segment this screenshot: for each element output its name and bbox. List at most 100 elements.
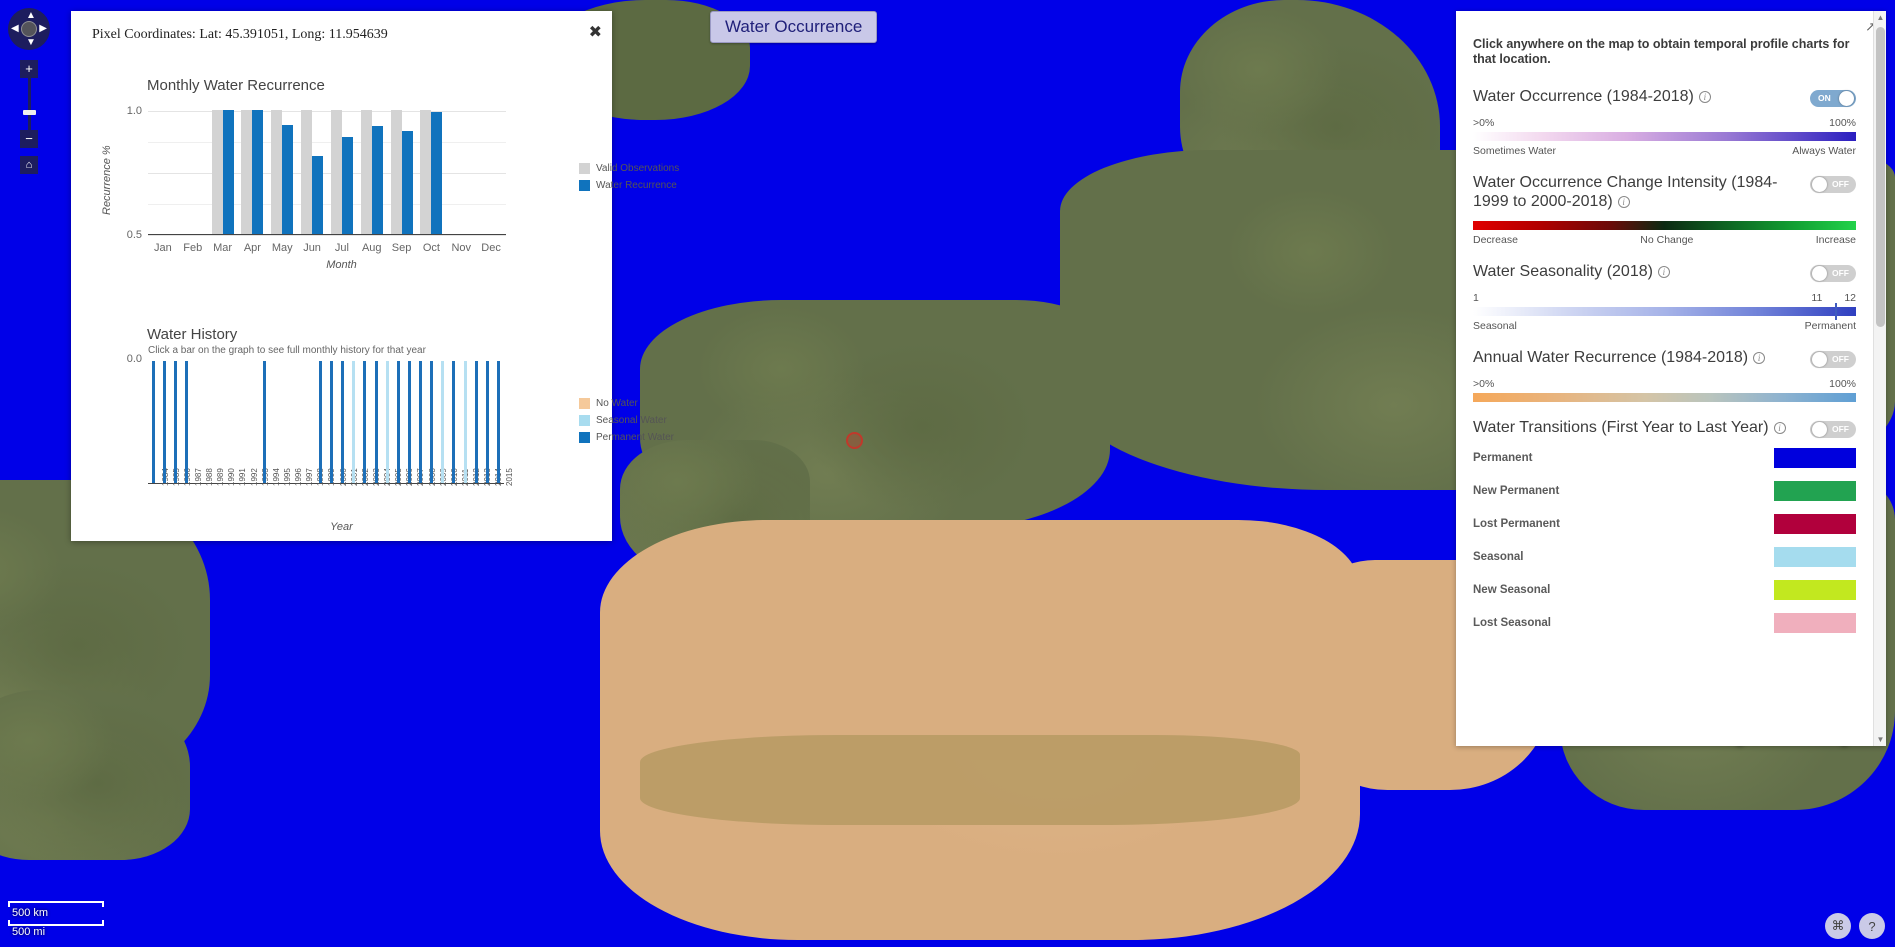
help-icon[interactable]: ? (1859, 913, 1885, 939)
ramp-foot-right: Always Water (1792, 145, 1856, 157)
bar-valid-observations[interactable] (330, 110, 342, 234)
toggle-label: OFF (1832, 354, 1849, 364)
scrollbar-thumb[interactable] (1876, 27, 1885, 327)
bar-group[interactable]: Aug (357, 110, 387, 254)
history-bar[interactable] (318, 361, 322, 483)
history-bar[interactable] (463, 361, 467, 483)
info-icon[interactable]: i (1698, 90, 1711, 103)
toggle-knob[interactable] (1812, 422, 1827, 437)
transitions-legend: Permanent New Permanent Lost Permanent Seas… (1473, 448, 1856, 633)
layer-toggle[interactable]: OFF (1810, 176, 1856, 193)
history-bar[interactable] (263, 361, 267, 483)
bar-group[interactable]: Sep (387, 110, 417, 254)
map-pan-control[interactable]: ▲ ▼ ◀ ▶ (8, 8, 50, 50)
pan-left-icon[interactable]: ◀ (11, 23, 19, 34)
history-plot-area[interactable]: 1984198519861987198819891990199119921993… (148, 361, 514, 486)
history-bar[interactable] (174, 361, 178, 483)
bar-group[interactable]: Oct (417, 110, 447, 254)
history-bar[interactable] (396, 361, 400, 483)
bar-valid-observations[interactable] (420, 110, 432, 234)
bar-valid-observations[interactable] (211, 110, 223, 234)
bar-group[interactable]: May (267, 110, 297, 254)
bar-group[interactable]: Feb (178, 110, 208, 254)
scale-mi-label: 500 mi (12, 926, 46, 938)
x-axis-tick: Nov (451, 242, 472, 254)
ramp-foot-left: Decrease (1473, 234, 1518, 246)
toggle-knob[interactable] (1812, 352, 1827, 367)
x-axis-tick: Feb (183, 242, 203, 254)
info-icon[interactable]: i (1773, 421, 1786, 434)
pan-up-icon[interactable]: ▲ (26, 10, 36, 21)
ramp-min-label: 1 (1473, 292, 1479, 304)
bar-valid-observations[interactable] (301, 110, 313, 234)
history-bar[interactable] (363, 361, 367, 483)
map-corner-buttons[interactable]: ⌘ ? (1825, 913, 1885, 939)
bar-water-recurrence[interactable] (371, 126, 383, 234)
history-bar[interactable] (441, 361, 445, 483)
toggle-knob[interactable] (1812, 266, 1827, 281)
bar-water-recurrence[interactable] (222, 110, 234, 234)
bar-group[interactable]: Jul (327, 110, 357, 254)
bar-group[interactable]: Jun (297, 110, 327, 254)
history-bar[interactable] (374, 361, 378, 483)
history-bar[interactable] (474, 361, 478, 483)
toggle-knob[interactable] (1812, 177, 1827, 192)
bar-group[interactable]: Mar (208, 110, 238, 254)
zoom-slider-thumb[interactable] (22, 110, 36, 115)
bar-water-recurrence[interactable] (431, 112, 443, 234)
pan-hub[interactable] (21, 21, 37, 37)
bar-group[interactable]: Jan (148, 110, 178, 254)
info-icon[interactable]: i (1657, 265, 1670, 278)
history-bar[interactable] (352, 361, 356, 483)
bar-valid-observations[interactable] (390, 110, 402, 234)
side-panel-scrollbar[interactable]: ▲ ▼ (1873, 11, 1886, 746)
history-bar[interactable] (385, 361, 389, 483)
home-view-button[interactable]: ⌂ (20, 156, 38, 174)
ramp-end-labels: 1 11 12 (1473, 292, 1856, 304)
bar-water-recurrence[interactable] (282, 124, 294, 234)
legend-item: New Seasonal (1473, 580, 1856, 600)
scroll-down-icon[interactable]: ▼ (1874, 733, 1886, 746)
close-icon[interactable]: ✖ (589, 25, 602, 41)
history-bar[interactable] (341, 361, 345, 483)
bar-water-recurrence[interactable] (341, 137, 353, 234)
ramp-gradient (1473, 132, 1856, 141)
history-bar[interactable] (452, 361, 456, 483)
layer-toggle[interactable]: OFF (1810, 351, 1856, 368)
ramp-foot-mid: No Change (1640, 234, 1694, 246)
bar-valid-observations[interactable] (360, 110, 372, 234)
info-icon[interactable]: i (1753, 351, 1766, 364)
history-bar[interactable] (485, 361, 489, 483)
pan-down-icon[interactable]: ▼ (26, 37, 36, 48)
history-bar[interactable] (407, 361, 411, 483)
layer-toggle[interactable]: ON (1810, 90, 1856, 107)
zoom-in-button[interactable]: + (20, 60, 38, 78)
pan-right-icon[interactable]: ▶ (39, 23, 47, 34)
bar-group[interactable]: Nov (446, 110, 476, 254)
history-bar[interactable] (152, 361, 156, 483)
share-icon[interactable]: ⌘ (1825, 913, 1851, 939)
history-bar[interactable] (163, 361, 167, 483)
bar-valid-observations[interactable] (271, 110, 283, 234)
bar-water-recurrence[interactable] (312, 155, 324, 234)
bar-water-recurrence[interactable] (401, 131, 413, 234)
zoom-out-button[interactable]: − (20, 130, 38, 148)
history-bar[interactable] (430, 361, 434, 483)
bar-group[interactable]: Apr (238, 110, 268, 254)
history-bar[interactable] (330, 361, 334, 483)
layer-toggle[interactable]: OFF (1810, 421, 1856, 438)
ramp-end-labels: >0% 100% (1473, 378, 1856, 390)
bar-water-recurrence[interactable] (252, 110, 264, 234)
bar-group[interactable]: Dec (476, 110, 506, 254)
scroll-up-icon[interactable]: ▲ (1874, 11, 1886, 24)
history-bar[interactable] (419, 361, 423, 483)
zoom-slider-track[interactable] (22, 78, 36, 130)
info-icon[interactable]: i (1617, 195, 1630, 208)
toggle-knob[interactable] (1839, 91, 1854, 106)
history-bar[interactable] (496, 361, 500, 483)
zoom-control[interactable]: + − (20, 60, 38, 148)
history-bar[interactable] (185, 361, 189, 483)
ramp-foot-right: Permanent (1804, 320, 1856, 332)
bar-valid-observations[interactable] (241, 110, 253, 234)
layer-toggle[interactable]: OFF (1810, 265, 1856, 282)
